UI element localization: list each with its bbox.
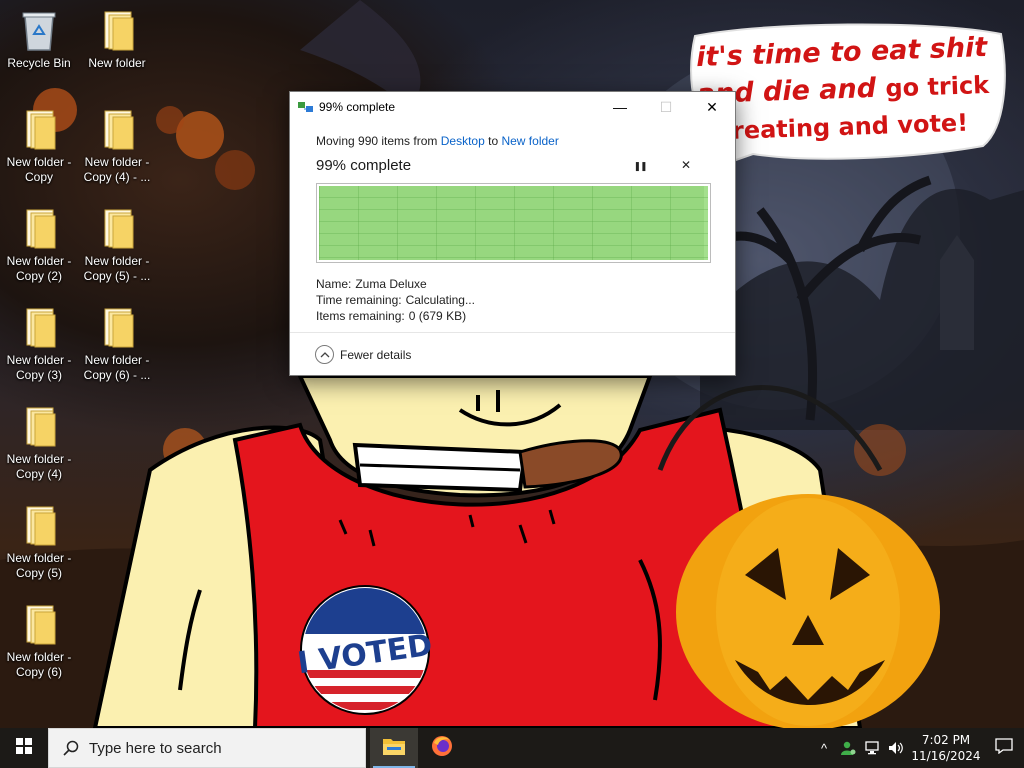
file-explorer-icon	[383, 737, 405, 760]
firefox-icon	[431, 735, 453, 762]
search-icon	[63, 740, 79, 756]
desktop-icon-recycle-bin[interactable]: Recycle Bin	[1, 8, 77, 71]
chevron-up-icon[interactable]	[315, 345, 334, 364]
desktop-icon-label: New folder - Copy (2)	[6, 254, 72, 283]
fewer-details-link[interactable]: Fewer details	[340, 348, 411, 362]
folder-icon	[19, 305, 59, 349]
folder-icon	[97, 107, 137, 151]
transfer-details: Name: Zuma Deluxe Time remaining: Calculat…	[316, 276, 709, 324]
desktop-icon-new-folder-copy-4[interactable]: New folder - Copy (4)	[1, 404, 77, 482]
moving-summary: Moving 990 items from Desktop to New fol…	[316, 134, 709, 151]
folder-icon	[19, 107, 59, 151]
dialog-title: 99% complete	[319, 100, 396, 114]
desktop-icon-label: New folder - Copy (4)	[6, 452, 72, 481]
taskbar-firefox[interactable]	[418, 728, 466, 768]
source-link[interactable]: Desktop	[441, 134, 485, 148]
network-icon[interactable]	[860, 728, 884, 768]
show-hidden-icons-button[interactable]: ^	[812, 728, 836, 768]
taskbar-file-explorer[interactable]	[370, 728, 418, 768]
file-move-progress-dialog: 99% complete — ☐ ✕ Moving 990 items from…	[289, 91, 736, 376]
moving-prefix: Moving 990 items from	[316, 134, 438, 148]
maximize-button: ☐	[643, 92, 689, 122]
percent-complete-text: 99% complete	[316, 156, 412, 174]
items-remaining-row: Items remaining: 0 (679 KB)	[316, 308, 709, 324]
items-remaining-label: Items remaining:	[316, 309, 405, 323]
folder-icon	[97, 305, 137, 349]
search-placeholder: Type here to search	[89, 739, 222, 757]
desktop-icon-new-folder[interactable]: New folder	[79, 8, 155, 71]
time-remaining-label: Time remaining:	[316, 293, 402, 307]
dialog-titlebar[interactable]: 99% complete — ☐ ✕	[290, 92, 735, 122]
progress-fill	[319, 186, 705, 260]
name-label: Name:	[316, 277, 352, 291]
folder-icon	[97, 206, 137, 250]
items-remaining-value: 0 (679 KB)	[408, 309, 467, 323]
close-icon: ✕	[706, 98, 718, 115]
system-tray: ^ 7:02 PM 11/16/2024	[812, 728, 1024, 768]
transfer-speed-graph	[316, 183, 711, 263]
desktop-icon-new-folder-copy-4-copy[interactable]: New folder - Copy (4) - ...	[79, 107, 155, 185]
desktop-icon-label: New folder - Copy (3)	[6, 353, 72, 382]
folder-icon	[97, 8, 137, 52]
to-word: to	[488, 134, 499, 148]
destination-link[interactable]: New folder	[501, 134, 558, 148]
pause-button[interactable]: ❚❚	[617, 158, 663, 172]
minimize-button[interactable]: —	[597, 92, 643, 122]
folder-icon	[19, 602, 59, 646]
clock-date: 11/16/2024	[911, 749, 981, 763]
folder-icon	[19, 206, 59, 250]
desktop-icon-label: New folder - Copy (6)	[6, 650, 72, 679]
time-remaining-row: Time remaining: Calculating...	[316, 292, 709, 308]
volume-icon[interactable]	[884, 728, 908, 768]
name-row: Name: Zuma Deluxe	[316, 276, 709, 292]
desktop-icon-label: New folder - Copy	[6, 155, 72, 184]
percent-row: 99% complete ❚❚ ✕	[316, 153, 709, 177]
desktop-icon-new-folder-copy-2[interactable]: New folder - Copy (2)	[1, 206, 77, 284]
progress-area	[319, 186, 708, 260]
time-remaining-value: Calculating...	[405, 293, 475, 307]
desktop-icon-new-folder-copy[interactable]: New folder - Copy	[1, 107, 77, 185]
maximize-icon: ☐	[659, 98, 673, 115]
desktop-icon-new-folder-copy-5-copy[interactable]: New folder - Copy (5) - ...	[79, 206, 155, 284]
bubble-line-2b: go trick	[884, 70, 990, 103]
folder-icon	[19, 404, 59, 448]
dialog-body: Moving 990 items from Desktop to New fol…	[290, 122, 735, 324]
chevron-up-icon: ^	[820, 740, 828, 756]
action-center-button[interactable]	[984, 728, 1024, 768]
name-value: Zuma Deluxe	[355, 277, 427, 291]
people-icon[interactable]	[836, 728, 860, 768]
windows-start-icon	[16, 737, 32, 759]
desktop-icon-new-folder-copy-6-copy[interactable]: New folder - Copy (6) - ...	[79, 305, 155, 383]
speech-bubble-text: it's time to eat shit and die and go tri…	[691, 29, 995, 151]
copy-icon	[298, 101, 314, 113]
taskbar-clock[interactable]: 7:02 PM 11/16/2024	[908, 732, 984, 764]
desktop-icon-label: New folder	[88, 56, 146, 70]
desktop-icon-label: New folder - Copy (5)	[6, 551, 72, 580]
notification-icon	[995, 737, 1013, 759]
clock-time: 7:02 PM	[921, 733, 971, 747]
pause-icon: ❚❚	[633, 161, 647, 171]
desktop-icon-label: New folder - Copy (6) - ...	[83, 353, 151, 382]
recycle-bin-icon	[19, 8, 59, 52]
desktop-icon-label: Recycle Bin	[7, 56, 71, 70]
start-button[interactable]	[0, 728, 48, 768]
desktop-icon-new-folder-copy-3[interactable]: New folder - Copy (3)	[1, 305, 77, 383]
minimize-icon: —	[613, 99, 627, 115]
cancel-button[interactable]: ✕	[663, 158, 709, 172]
close-button[interactable]: ✕	[689, 92, 735, 122]
taskbar: Type here to search ^ 7:02 PM 11/16/2024	[0, 728, 1024, 768]
cancel-icon: ✕	[680, 158, 692, 172]
desktop-icon-new-folder-copy-5[interactable]: New folder - Copy (5)	[1, 503, 77, 581]
taskbar-search-box[interactable]: Type here to search	[48, 728, 366, 768]
desktop-icon-label: New folder - Copy (4) - ...	[83, 155, 151, 184]
dialog-footer: Fewer details	[290, 332, 735, 376]
desktop-icon-label: New folder - Copy (5) - ...	[83, 254, 151, 283]
desktop-icon-new-folder-copy-6[interactable]: New folder - Copy (6)	[1, 602, 77, 680]
folder-icon	[19, 503, 59, 547]
